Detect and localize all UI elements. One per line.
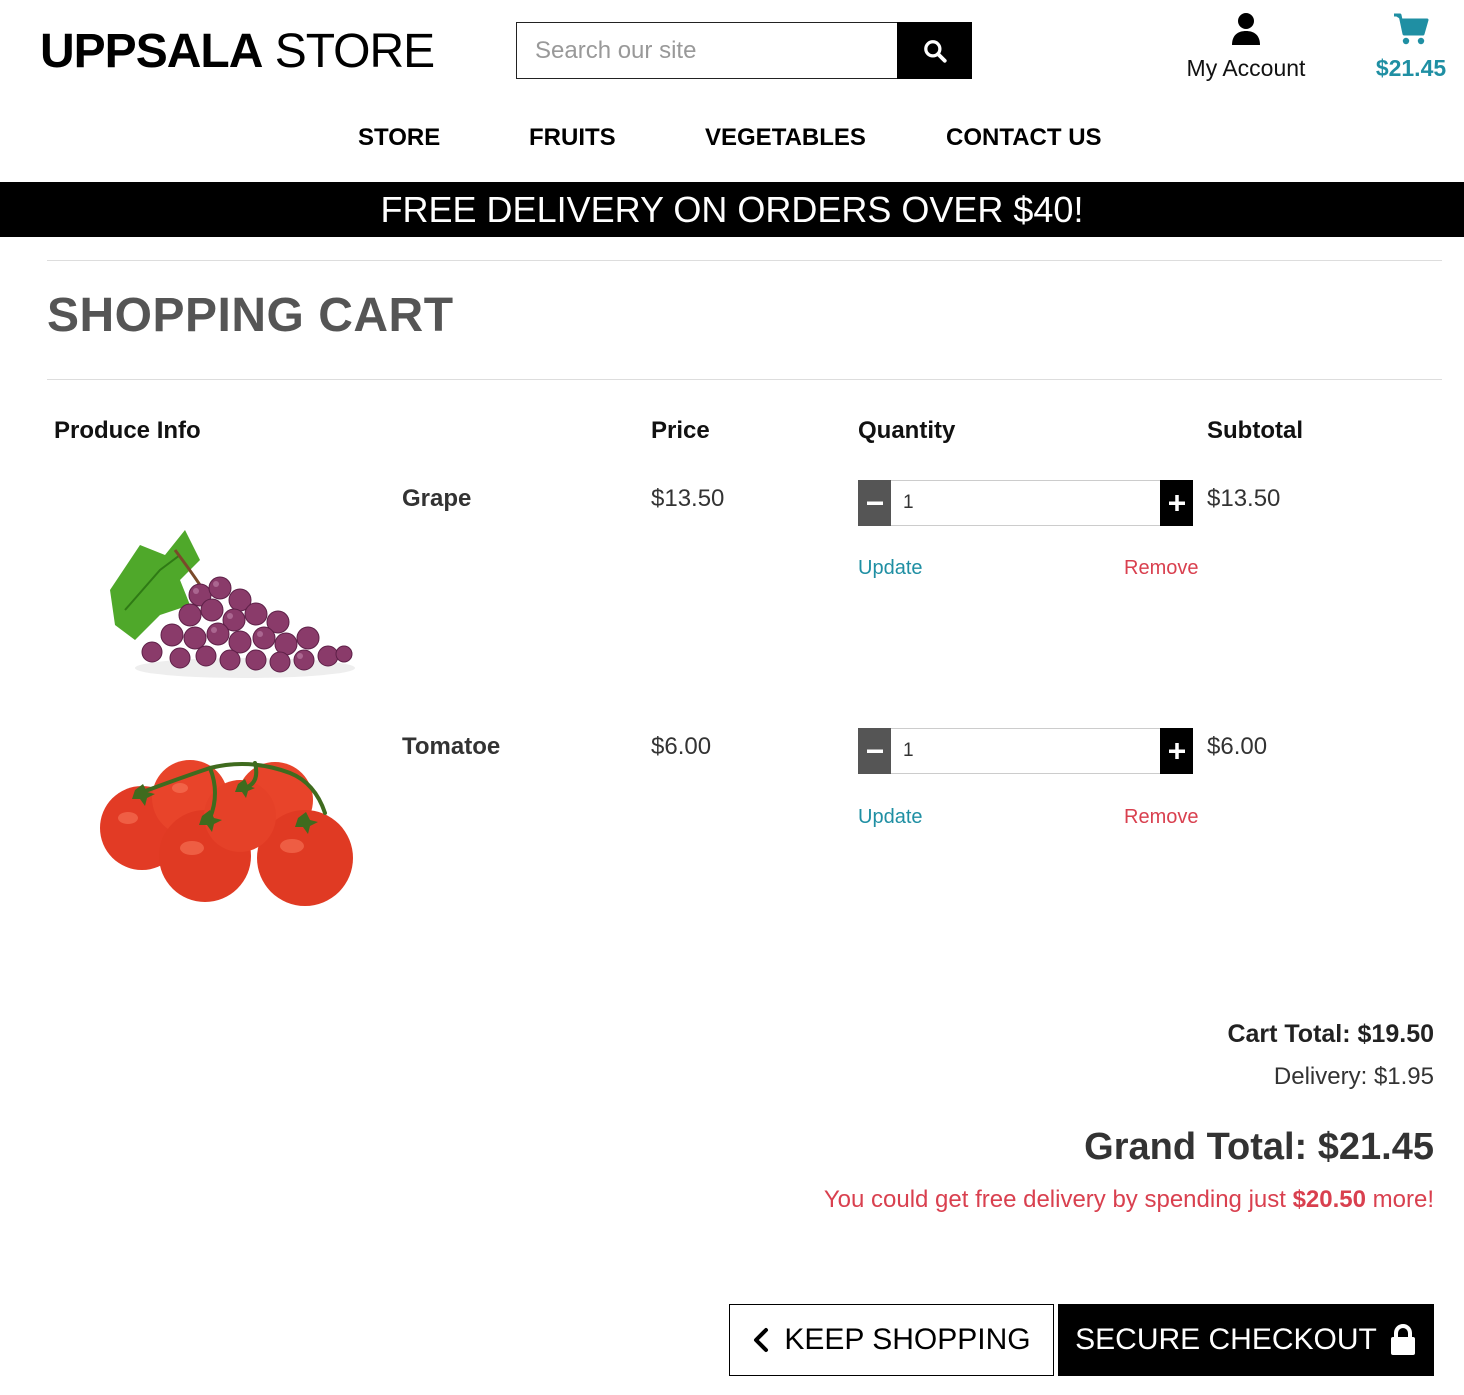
product-price: $13.50 xyxy=(651,485,725,512)
remove-link[interactable]: Remove xyxy=(1124,806,1198,829)
keep-shopping-label: KEEP SHOPPING xyxy=(784,1323,1031,1356)
cart-total-label: Cart Total: xyxy=(1227,1020,1358,1048)
increase-quantity-button[interactable] xyxy=(1160,480,1193,526)
free-delivery-suffix: more! xyxy=(1365,1186,1434,1213)
store-logo[interactable]: UPPSALA STORE xyxy=(40,24,435,79)
nav-store[interactable]: STORE xyxy=(358,124,440,152)
logo-bold-text: UPPSALA xyxy=(40,25,263,78)
grand-total-value: $21.45 xyxy=(1317,1126,1434,1168)
my-account-link[interactable]: My Account xyxy=(1176,12,1316,82)
quantity-input[interactable] xyxy=(891,480,1160,526)
user-icon xyxy=(1232,13,1260,45)
header-price: Price xyxy=(651,417,710,444)
divider xyxy=(47,260,1442,261)
divider xyxy=(47,379,1442,380)
lock-icon xyxy=(1390,1324,1415,1355)
page-title: SHOPPING CART xyxy=(47,289,454,342)
header-subtotal: Subtotal xyxy=(1207,417,1303,444)
free-delivery-banner: FREE DELIVERY ON ORDERS OVER $40! xyxy=(0,182,1464,237)
nav-contact-us[interactable]: CONTACT US xyxy=(946,124,1102,152)
logo-light-text: STORE xyxy=(262,25,435,78)
search-button[interactable] xyxy=(897,22,972,79)
product-price: $6.00 xyxy=(651,733,712,760)
decrease-quantity-button[interactable] xyxy=(858,728,891,774)
grape-image xyxy=(110,530,355,678)
secure-checkout-label: SECURE CHECKOUT xyxy=(1075,1323,1377,1356)
product-name: Grape xyxy=(402,485,472,512)
header-quantity: Quantity xyxy=(858,417,956,444)
header-produce-info: Produce Info xyxy=(54,417,201,444)
quantity-stepper xyxy=(858,728,1193,774)
chevron-left-icon xyxy=(754,1328,769,1352)
nav-fruits[interactable]: FRUITS xyxy=(529,124,616,152)
plus-icon xyxy=(1168,743,1185,759)
cart-icon xyxy=(1394,13,1429,45)
free-delivery-prefix: You could get free delivery by spending … xyxy=(823,1186,1293,1213)
remove-link[interactable]: Remove xyxy=(1124,557,1198,580)
minus-icon xyxy=(866,501,883,505)
increase-quantity-button[interactable] xyxy=(1160,728,1193,774)
grand-total-label: Grand Total: xyxy=(1084,1126,1318,1168)
cart-link[interactable]: $21.45 xyxy=(1366,12,1456,82)
plus-icon xyxy=(1168,495,1185,511)
keep-shopping-button[interactable]: KEEP SHOPPING xyxy=(729,1304,1054,1376)
cart-total: Cart Total: $19.50 xyxy=(1227,1020,1434,1049)
search-input[interactable] xyxy=(516,22,897,79)
minus-icon xyxy=(866,749,883,753)
quantity-stepper xyxy=(858,480,1193,526)
delivery-cost: Delivery: $1.95 xyxy=(1274,1063,1434,1091)
update-link[interactable]: Update xyxy=(858,806,923,829)
search-icon xyxy=(923,39,947,63)
free-delivery-message: You could get free delivery by spending … xyxy=(824,1186,1434,1214)
update-link[interactable]: Update xyxy=(858,557,923,580)
cart-total-value: $19.50 xyxy=(1357,1020,1434,1048)
decrease-quantity-button[interactable] xyxy=(858,480,891,526)
tomato-image xyxy=(100,760,353,906)
quantity-input[interactable] xyxy=(891,728,1160,774)
cart-total-amount: $21.45 xyxy=(1375,55,1447,81)
my-account-label: My Account xyxy=(1186,55,1306,81)
free-delivery-amount: $20.50 xyxy=(1292,1186,1366,1213)
delivery-label: Delivery: xyxy=(1273,1063,1374,1090)
delivery-value: $1.95 xyxy=(1373,1063,1434,1090)
product-name: Tomatoe xyxy=(402,733,501,760)
product-subtotal: $13.50 xyxy=(1207,485,1281,512)
secure-checkout-button[interactable]: SECURE CHECKOUT xyxy=(1058,1304,1434,1376)
grand-total: Grand Total: $21.45 xyxy=(1084,1126,1434,1169)
main-nav: STORE FRUITS VEGETABLES CONTACT US xyxy=(0,124,1464,158)
product-subtotal: $6.00 xyxy=(1207,733,1268,760)
search-form xyxy=(516,22,972,79)
nav-vegetables[interactable]: VEGETABLES xyxy=(705,124,866,152)
